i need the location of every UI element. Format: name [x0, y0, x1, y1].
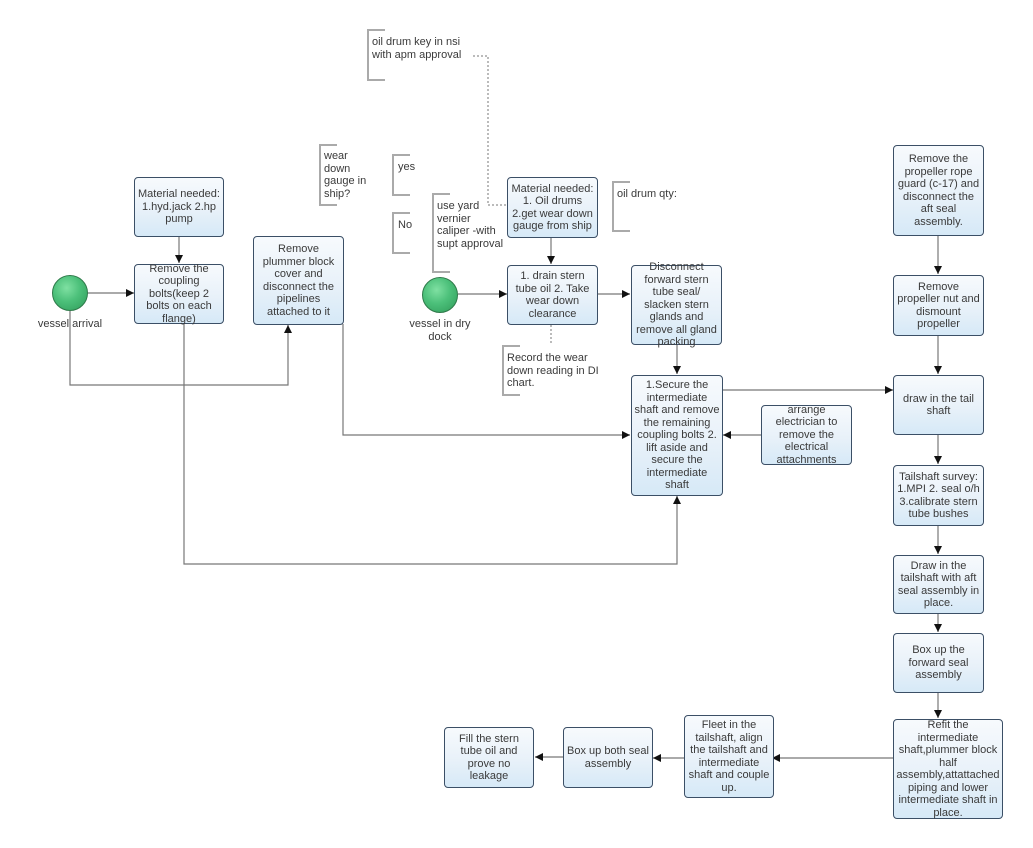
remove-plummer-block-box[interactable]: Remove plummer block cover and disconnec… [253, 236, 344, 325]
material-needed-1-text: Material needed: 1.hyd.jack 2.hp pump [138, 188, 220, 226]
drain-stern-tube-box[interactable]: 1. drain stern tube oil 2. Take wear dow… [507, 265, 598, 325]
tailshaft-survey-box[interactable]: Tailshaft survey: 1.MPI 2. seal o/h 3.ca… [893, 465, 984, 526]
tailshaft-survey-text: Tailshaft survey: 1.MPI 2. seal o/h 3.ca… [897, 470, 980, 521]
refit-intermediate-shaft-box[interactable]: Refit the intermediate shaft,plummer blo… [893, 719, 1003, 819]
annotation-oil-drum-key: oil drum key in nsi with apm approval [367, 29, 507, 81]
fill-stern-tube-text: Fill the stern tube oil and prove no lea… [459, 732, 519, 783]
vessel-dry-dock-label: vessel in dry dock [409, 318, 471, 343]
annotation-yes: yes [392, 154, 432, 196]
draw-tailshaft-aft-seal-text: Draw in the tailshaft with aft seal asse… [897, 559, 980, 610]
remove-plummer-block-text: Remove plummer block cover and disconnec… [262, 243, 335, 318]
annotation-oil-drum-key-text: oil drum key in nsi with apm approval [372, 36, 462, 61]
refit-intermediate-shaft-text: Refit the intermediate shaft,plummer blo… [896, 719, 1000, 819]
material-needed-box-1[interactable]: Material needed: 1.hyd.jack 2.hp pump [134, 177, 224, 237]
annotation-no: No [392, 212, 432, 254]
annotation-no-text: No [398, 219, 413, 231]
remove-coupling-bolts-text: Remove the coupling bolts(keep 2 bolts o… [146, 262, 212, 325]
draw-tail-shaft-box[interactable]: draw in the tail shaft [893, 375, 984, 435]
annotation-yard-vernier-text: use yard vernier caliper -with supt appr… [437, 200, 504, 250]
fill-stern-tube-box[interactable]: Fill the stern tube oil and prove no lea… [444, 727, 534, 788]
fleet-in-tailshaft-text: Fleet in the tailshaft, align the tailsh… [688, 719, 770, 794]
annotation-oil-drum-qty: oil drum qty: [612, 181, 702, 232]
secure-intermediate-shaft-text: 1.Secure the intermediate shaft and remo… [634, 379, 720, 492]
arrange-electrician-text: arrange electrician to remove the electr… [775, 403, 838, 466]
disconnect-forward-seal-text: Disconnect forward stern tube seal/ slac… [636, 261, 717, 349]
annotation-record-wear-text: Record the wear down reading in DI chart… [507, 352, 599, 389]
remove-rope-guard-box[interactable]: Remove the propeller rope guard (c-17) a… [893, 145, 984, 236]
draw-tail-shaft-text: draw in the tail shaft [903, 392, 974, 418]
material-needed-2-text: Material needed: 1. Oil drums 2.get wear… [511, 182, 594, 233]
arrange-electrician-box[interactable]: arrange electrician to remove the electr… [761, 403, 852, 466]
secure-intermediate-shaft-box[interactable]: 1.Secure the intermediate shaft and remo… [631, 375, 723, 496]
box-up-both-seal-text: Box up both seal assembly [567, 745, 649, 770]
remove-propeller-text: Remove propeller nut and dismount propel… [897, 280, 980, 331]
material-needed-box-2[interactable]: Material needed: 1. Oil drums 2.get wear… [507, 177, 598, 238]
remove-coupling-bolts-box[interactable]: Remove the coupling bolts(keep 2 bolts o… [134, 262, 224, 325]
drain-stern-tube-text: 1. drain stern tube oil 2. Take wear dow… [515, 270, 590, 320]
annotation-record-wear: Record the wear down reading in DI chart… [502, 345, 612, 396]
annotation-yard-vernier: use yard vernier caliper -with supt appr… [432, 193, 512, 273]
box-up-both-seal-box[interactable]: Box up both seal assembly [563, 727, 653, 788]
start-event-vessel-dry-dock[interactable] [422, 277, 458, 313]
box-up-forward-seal-text: Box up the forward seal assembly [908, 644, 969, 682]
annotation-wear-gauge-question-text: wear down gauge in ship? [324, 150, 367, 200]
remove-rope-guard-text: Remove the propeller rope guard (c-17) a… [897, 153, 980, 228]
fleet-in-tailshaft-box[interactable]: Fleet in the tailshaft, align the tailsh… [684, 715, 774, 798]
box-up-forward-seal-box[interactable]: Box up the forward seal assembly [893, 633, 984, 693]
connectors-layer [69, 55, 942, 762]
annotation-yes-text: yes [398, 161, 416, 173]
draw-tailshaft-aft-seal-box[interactable]: Draw in the tailshaft with aft seal asse… [893, 555, 984, 614]
remove-propeller-box[interactable]: Remove propeller nut and dismount propel… [893, 275, 984, 336]
start-event-vessel-arrival[interactable] [52, 275, 88, 311]
vessel-arrival-label: vessel arrival [37, 318, 103, 330]
disconnect-forward-seal-box[interactable]: Disconnect forward stern tube seal/ slac… [631, 261, 722, 348]
annotation-oil-drum-qty-text: oil drum qty: [617, 188, 677, 200]
annotation-wear-gauge-question: wear down gauge in ship? [319, 144, 379, 206]
